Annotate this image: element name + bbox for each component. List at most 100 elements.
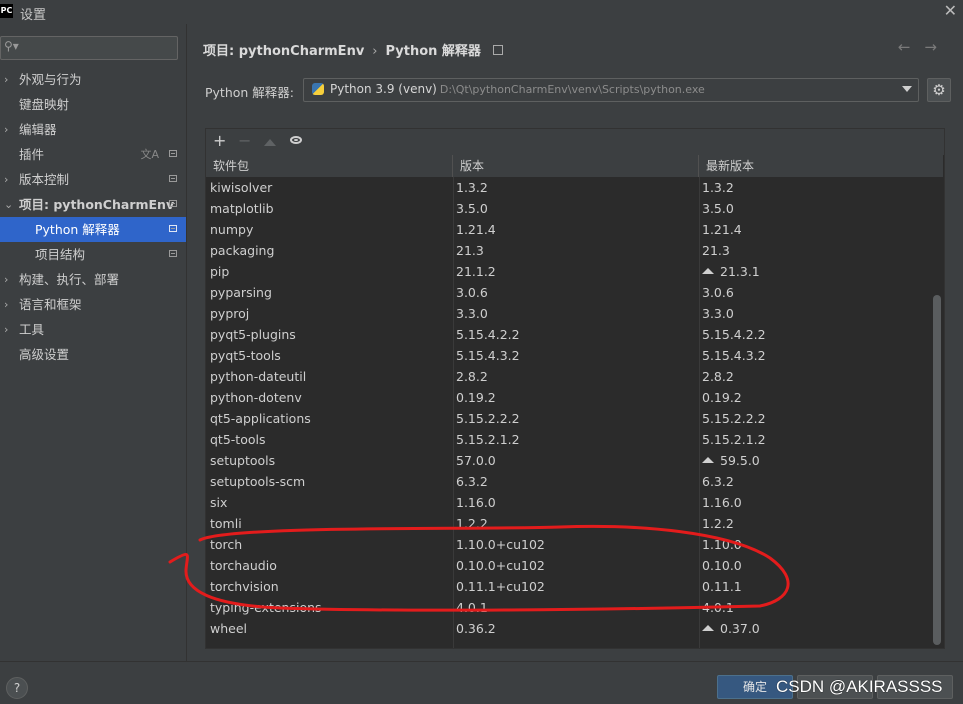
package-latest-text: 6.3.2	[702, 474, 734, 489]
package-name-text: python-dotenv	[210, 390, 302, 405]
sidebar-item-5[interactable]: ⌄ 项目: pythonCharmEnv	[0, 192, 186, 217]
table-row[interactable]: python-dotenv 0.19.2 0.19.2	[206, 387, 943, 408]
sidebar-item-0[interactable]: › 外观与行为	[0, 67, 186, 92]
package-latest-text: 1.16.0	[702, 495, 742, 510]
chevron-right-icon[interactable]: ›	[4, 67, 14, 92]
column-header-latest[interactable]: 最新版本	[699, 155, 943, 177]
interpreter-select[interactable]: Python 3.9 (venv) D:\Qt\pythonCharmEnv\ve…	[303, 78, 919, 102]
sidebar-item-3[interactable]: 插件 文A	[0, 142, 186, 167]
table-row[interactable]: tomli 1.2.2 1.2.2	[206, 513, 943, 534]
column-header-package[interactable]: 软件包	[206, 155, 453, 177]
sidebar-item-4[interactable]: › 版本控制	[0, 167, 186, 192]
column-header-version[interactable]: 版本	[453, 155, 699, 177]
table-row[interactable]: pyproj 3.3.0 3.3.0	[206, 303, 943, 324]
package-latest-text: 5.15.2.2.2	[702, 411, 766, 426]
sidebar-item-11[interactable]: 高级设置	[0, 342, 186, 367]
table-row[interactable]: numpy 1.21.4 1.21.4	[206, 219, 943, 240]
package-version: 1.10.0+cu102	[456, 534, 545, 555]
interpreter-path: D:\Qt\pythonCharmEnv\venv\Scripts\python…	[439, 83, 705, 96]
packages-panel: + − 软件包 版本 最新版本 kiwisolver 1.3.2 1.3.2 matp…	[205, 128, 945, 649]
package-name: tomli	[210, 513, 242, 534]
chevron-down-icon[interactable]: ⌄	[4, 192, 14, 217]
package-name-text: tomli	[210, 516, 242, 531]
package-name-text: python-dateutil	[210, 369, 307, 384]
packages-toolbar: + −	[206, 129, 944, 155]
package-latest: 5.15.4.2.2	[702, 324, 766, 345]
package-version: 1.16.0	[456, 492, 496, 513]
table-row[interactable]: pip 21.1.2 21.3.1	[206, 261, 943, 282]
scrollbar-thumb[interactable]	[933, 295, 941, 645]
sidebar-item-6[interactable]: Python 解释器	[0, 217, 186, 242]
table-row[interactable]: wheel 0.36.2 0.37.0	[206, 618, 943, 639]
package-name-text: pyparsing	[210, 285, 272, 300]
package-name-text: typing-extensions	[210, 600, 322, 615]
show-early-releases-eye-icon[interactable]	[290, 136, 302, 144]
sidebar-item-10[interactable]: › 工具	[0, 317, 186, 342]
package-name: packaging	[210, 240, 274, 261]
package-latest: 1.3.2	[702, 177, 734, 198]
table-row[interactable]: torchaudio 0.10.0+cu102 0.10.0	[206, 555, 943, 576]
package-name: qt5-applications	[210, 408, 311, 429]
table-row[interactable]: qt5-tools 5.15.2.1.2 5.15.2.1.2	[206, 429, 943, 450]
package-version: 1.2.2	[456, 513, 488, 534]
package-latest-text: 3.5.0	[702, 201, 734, 216]
sidebar-item-1[interactable]: 键盘映射	[0, 92, 186, 117]
package-name-text: packaging	[210, 243, 275, 258]
remove-package-button[interactable]: −	[238, 133, 251, 149]
add-package-button[interactable]: +	[213, 133, 226, 149]
interpreter-settings-button[interactable]: ⚙	[927, 78, 951, 102]
package-name: python-dateutil	[210, 366, 306, 387]
package-latest-text: 3.0.6	[702, 285, 734, 300]
package-version: 5.15.2.2.2	[456, 408, 520, 429]
package-version-text: 5.15.2.2.2	[456, 411, 520, 426]
breadcrumb-project: 项目: pythonCharmEnv	[203, 44, 365, 59]
table-row[interactable]: typing-extensions 4.0.1 4.0.1	[206, 597, 943, 618]
sidebar-item-8[interactable]: › 构建、执行、部署	[0, 267, 186, 292]
chevron-right-icon[interactable]: ›	[4, 267, 14, 292]
close-icon[interactable]: ✕	[944, 1, 957, 20]
package-name: kiwisolver	[210, 177, 272, 198]
document-icon	[492, 45, 503, 55]
back-arrow-icon[interactable]: ←	[898, 38, 925, 56]
table-row[interactable]: pyqt5-plugins 5.15.4.2.2 5.15.4.2.2	[206, 324, 943, 345]
chevron-right-icon[interactable]: ›	[4, 292, 14, 317]
scrollbar[interactable]	[931, 177, 943, 648]
table-row[interactable]: packaging 21.3 21.3	[206, 240, 943, 261]
package-name: python-dotenv	[210, 387, 302, 408]
package-latest: 6.3.2	[702, 471, 734, 492]
table-row[interactable]: six 1.16.0 1.16.0	[206, 492, 943, 513]
table-row[interactable]: pyqt5-tools 5.15.4.3.2 5.15.4.3.2	[206, 345, 943, 366]
sidebar-item-9[interactable]: › 语言和框架	[0, 292, 186, 317]
chevron-right-icon[interactable]: ›	[4, 317, 14, 342]
table-row[interactable]: torchvision 0.11.1+cu102 0.11.1	[206, 576, 943, 597]
settings-search-box[interactable]: ⚲▾	[0, 36, 178, 60]
packages-table-header: 软件包 版本 最新版本	[206, 155, 943, 177]
search-input[interactable]	[23, 39, 175, 57]
sidebar-item-7[interactable]: 项目结构	[0, 242, 186, 267]
table-row[interactable]: kiwisolver 1.3.2 1.3.2	[206, 177, 943, 198]
package-latest-text: 1.10.0	[702, 537, 742, 552]
chevron-right-icon[interactable]: ›	[4, 117, 14, 142]
forward-arrow-icon[interactable]: →	[924, 38, 951, 56]
table-row[interactable]: pyparsing 3.0.6 3.0.6	[206, 282, 943, 303]
package-latest-text: 2.8.2	[702, 369, 734, 384]
translate-icon: 文A	[140, 148, 159, 161]
chevron-right-icon[interactable]: ›	[4, 167, 14, 192]
package-version-text: 1.10.0+cu102	[456, 537, 545, 552]
package-version-text: 21.3	[456, 243, 484, 258]
package-name-text: setuptools-scm	[210, 474, 306, 489]
package-name-text: pyqt5-plugins	[210, 327, 296, 342]
sidebar-item-2[interactable]: › 编辑器	[0, 117, 186, 142]
table-row[interactable]: python-dateutil 2.8.2 2.8.2	[206, 366, 943, 387]
table-row[interactable]: matplotlib 3.5.0 3.5.0	[206, 198, 943, 219]
help-button[interactable]: ?	[6, 677, 28, 699]
table-row[interactable]: setuptools-scm 6.3.2 6.3.2	[206, 471, 943, 492]
table-row[interactable]: torch 1.10.0+cu102 1.10.0	[206, 534, 943, 555]
sidebar-item-label: 编辑器	[19, 122, 57, 137]
package-name: pyqt5-tools	[210, 345, 281, 366]
table-row[interactable]: setuptools 57.0.0 59.5.0	[206, 450, 943, 471]
upgrade-package-icon[interactable]	[264, 139, 276, 146]
package-name-text: pip	[210, 264, 230, 279]
package-latest: 3.3.0	[702, 303, 734, 324]
table-row[interactable]: qt5-applications 5.15.2.2.2 5.15.2.2.2	[206, 408, 943, 429]
